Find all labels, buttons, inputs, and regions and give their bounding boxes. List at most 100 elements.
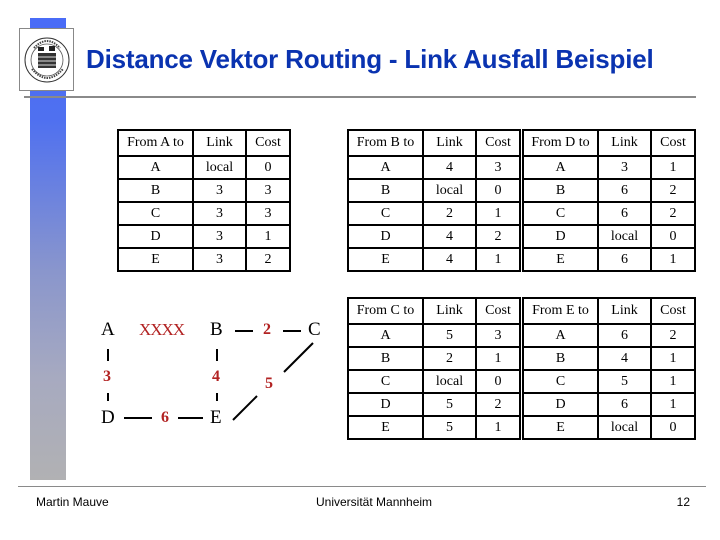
cost-cell: 1 — [650, 369, 696, 394]
table-row: B21 — [347, 346, 521, 371]
link-cell: local — [597, 415, 652, 440]
dest-cell: D — [117, 224, 194, 249]
link-cell: 5 — [597, 369, 652, 394]
table-row: E41 — [347, 247, 521, 272]
cost-cell: 2 — [650, 201, 696, 226]
cost-cell: 3 — [475, 155, 521, 180]
table-row: B41 — [522, 346, 696, 371]
link-cell: 6 — [597, 247, 652, 272]
table-row: Blocal 0 — [347, 178, 521, 203]
dest-cell: B — [522, 178, 599, 203]
link-cell: 6 — [597, 392, 652, 417]
dest-cell: C — [522, 201, 599, 226]
link-cell: 4 — [422, 155, 477, 180]
cost-cell: 1 — [475, 247, 521, 272]
dest-cell: D — [522, 224, 599, 249]
column-header-from: From C to — [347, 297, 424, 325]
footer-institution: Universität Mannheim — [316, 495, 433, 509]
table-row: B33 — [117, 178, 291, 203]
cost-cell: 2 — [650, 178, 696, 203]
cost-cell: 1 — [475, 415, 521, 440]
dest-cell: C — [117, 201, 194, 226]
table-row: B62 — [522, 178, 696, 203]
column-header-cost: Cost — [475, 297, 521, 325]
cost-cell: 0 — [650, 415, 696, 440]
column-header-link: Link — [597, 297, 652, 325]
node-b: B — [210, 319, 223, 340]
node-a: A — [101, 319, 115, 340]
cost-cell: 3 — [475, 323, 521, 348]
column-header-cost: Cost — [475, 129, 521, 157]
column-header-link: Link — [422, 129, 477, 157]
university-seal-icon — [24, 37, 70, 83]
dest-cell: D — [347, 392, 424, 417]
link-cell: 4 — [597, 346, 652, 371]
link-cell: 2 — [422, 201, 477, 226]
dest-cell: E — [117, 247, 194, 272]
link-cell: 6 — [597, 201, 652, 226]
link-label-b-c: 2 — [263, 321, 271, 338]
table-row: E61 — [522, 247, 696, 272]
table-row: E51 — [347, 415, 521, 440]
link-cell: 5 — [422, 323, 477, 348]
dest-cell: C — [522, 369, 599, 394]
column-header-from: From A to — [117, 129, 194, 157]
cost-cell: 0 — [650, 224, 696, 249]
dest-cell: E — [347, 415, 424, 440]
link-cell: 3 — [192, 224, 247, 249]
link-cell: 3 — [192, 201, 247, 226]
link-cell: local — [597, 224, 652, 249]
edge-c-e-lower — [232, 395, 258, 421]
link-cell: local — [192, 155, 247, 180]
table-row: D52 — [347, 392, 521, 417]
link-cell: 5 — [422, 392, 477, 417]
university-logo — [19, 28, 74, 91]
dest-cell: B — [522, 346, 599, 371]
link-cell: 2 — [422, 346, 477, 371]
table-row: C33 — [117, 201, 291, 226]
table-row: A53 — [347, 323, 521, 348]
node-c: C — [308, 319, 321, 340]
table-row: E32 — [117, 247, 291, 272]
table-row: Dlocal 0 — [522, 224, 696, 249]
link-cell: 6 — [597, 178, 652, 203]
link-cell: 6 — [597, 323, 652, 348]
column-header-cost: Cost — [245, 129, 291, 157]
routing-table-e: From E to Link Cost A62 B41 C51 D61 Eloc… — [522, 297, 696, 440]
dest-cell: D — [522, 392, 599, 417]
table-row: D61 — [522, 392, 696, 417]
table-row: D31 — [117, 224, 291, 249]
table-row: A43 — [347, 155, 521, 180]
dest-cell: A — [347, 323, 424, 348]
dest-cell: A — [522, 323, 599, 348]
table-row: A62 — [522, 323, 696, 348]
table-row: C62 — [522, 201, 696, 226]
cost-cell: 0 — [475, 178, 521, 203]
column-header-from: From B to — [347, 129, 424, 157]
dest-cell: E — [522, 247, 599, 272]
table-row: Clocal 0 — [347, 369, 521, 394]
slide-title: Distance Vektor Routing - Link Ausfall B… — [86, 44, 654, 74]
table-row: C21 — [347, 201, 521, 226]
cost-cell: 1 — [650, 392, 696, 417]
dest-cell: A — [117, 155, 194, 180]
cost-cell: 1 — [650, 346, 696, 371]
dest-cell: A — [522, 155, 599, 180]
link-label-a-d: 3 — [103, 368, 111, 385]
cost-cell: 1 — [475, 346, 521, 371]
link-cell: 4 — [422, 224, 477, 249]
link-label-d-e: 6 — [161, 409, 169, 426]
cost-cell: 1 — [650, 247, 696, 272]
header-divider — [24, 96, 696, 98]
column-header-cost: Cost — [650, 129, 696, 157]
failed-link-a-b-marker: XXXX — [139, 320, 185, 339]
cost-cell: 2 — [650, 323, 696, 348]
table-row: C51 — [522, 369, 696, 394]
cost-cell: 1 — [245, 224, 291, 249]
link-cell: 3 — [597, 155, 652, 180]
link-label-c-e: 5 — [265, 375, 273, 392]
link-cell: local — [422, 369, 477, 394]
dest-cell: B — [117, 178, 194, 203]
cost-cell: 3 — [245, 178, 291, 203]
footer-divider — [18, 486, 706, 487]
